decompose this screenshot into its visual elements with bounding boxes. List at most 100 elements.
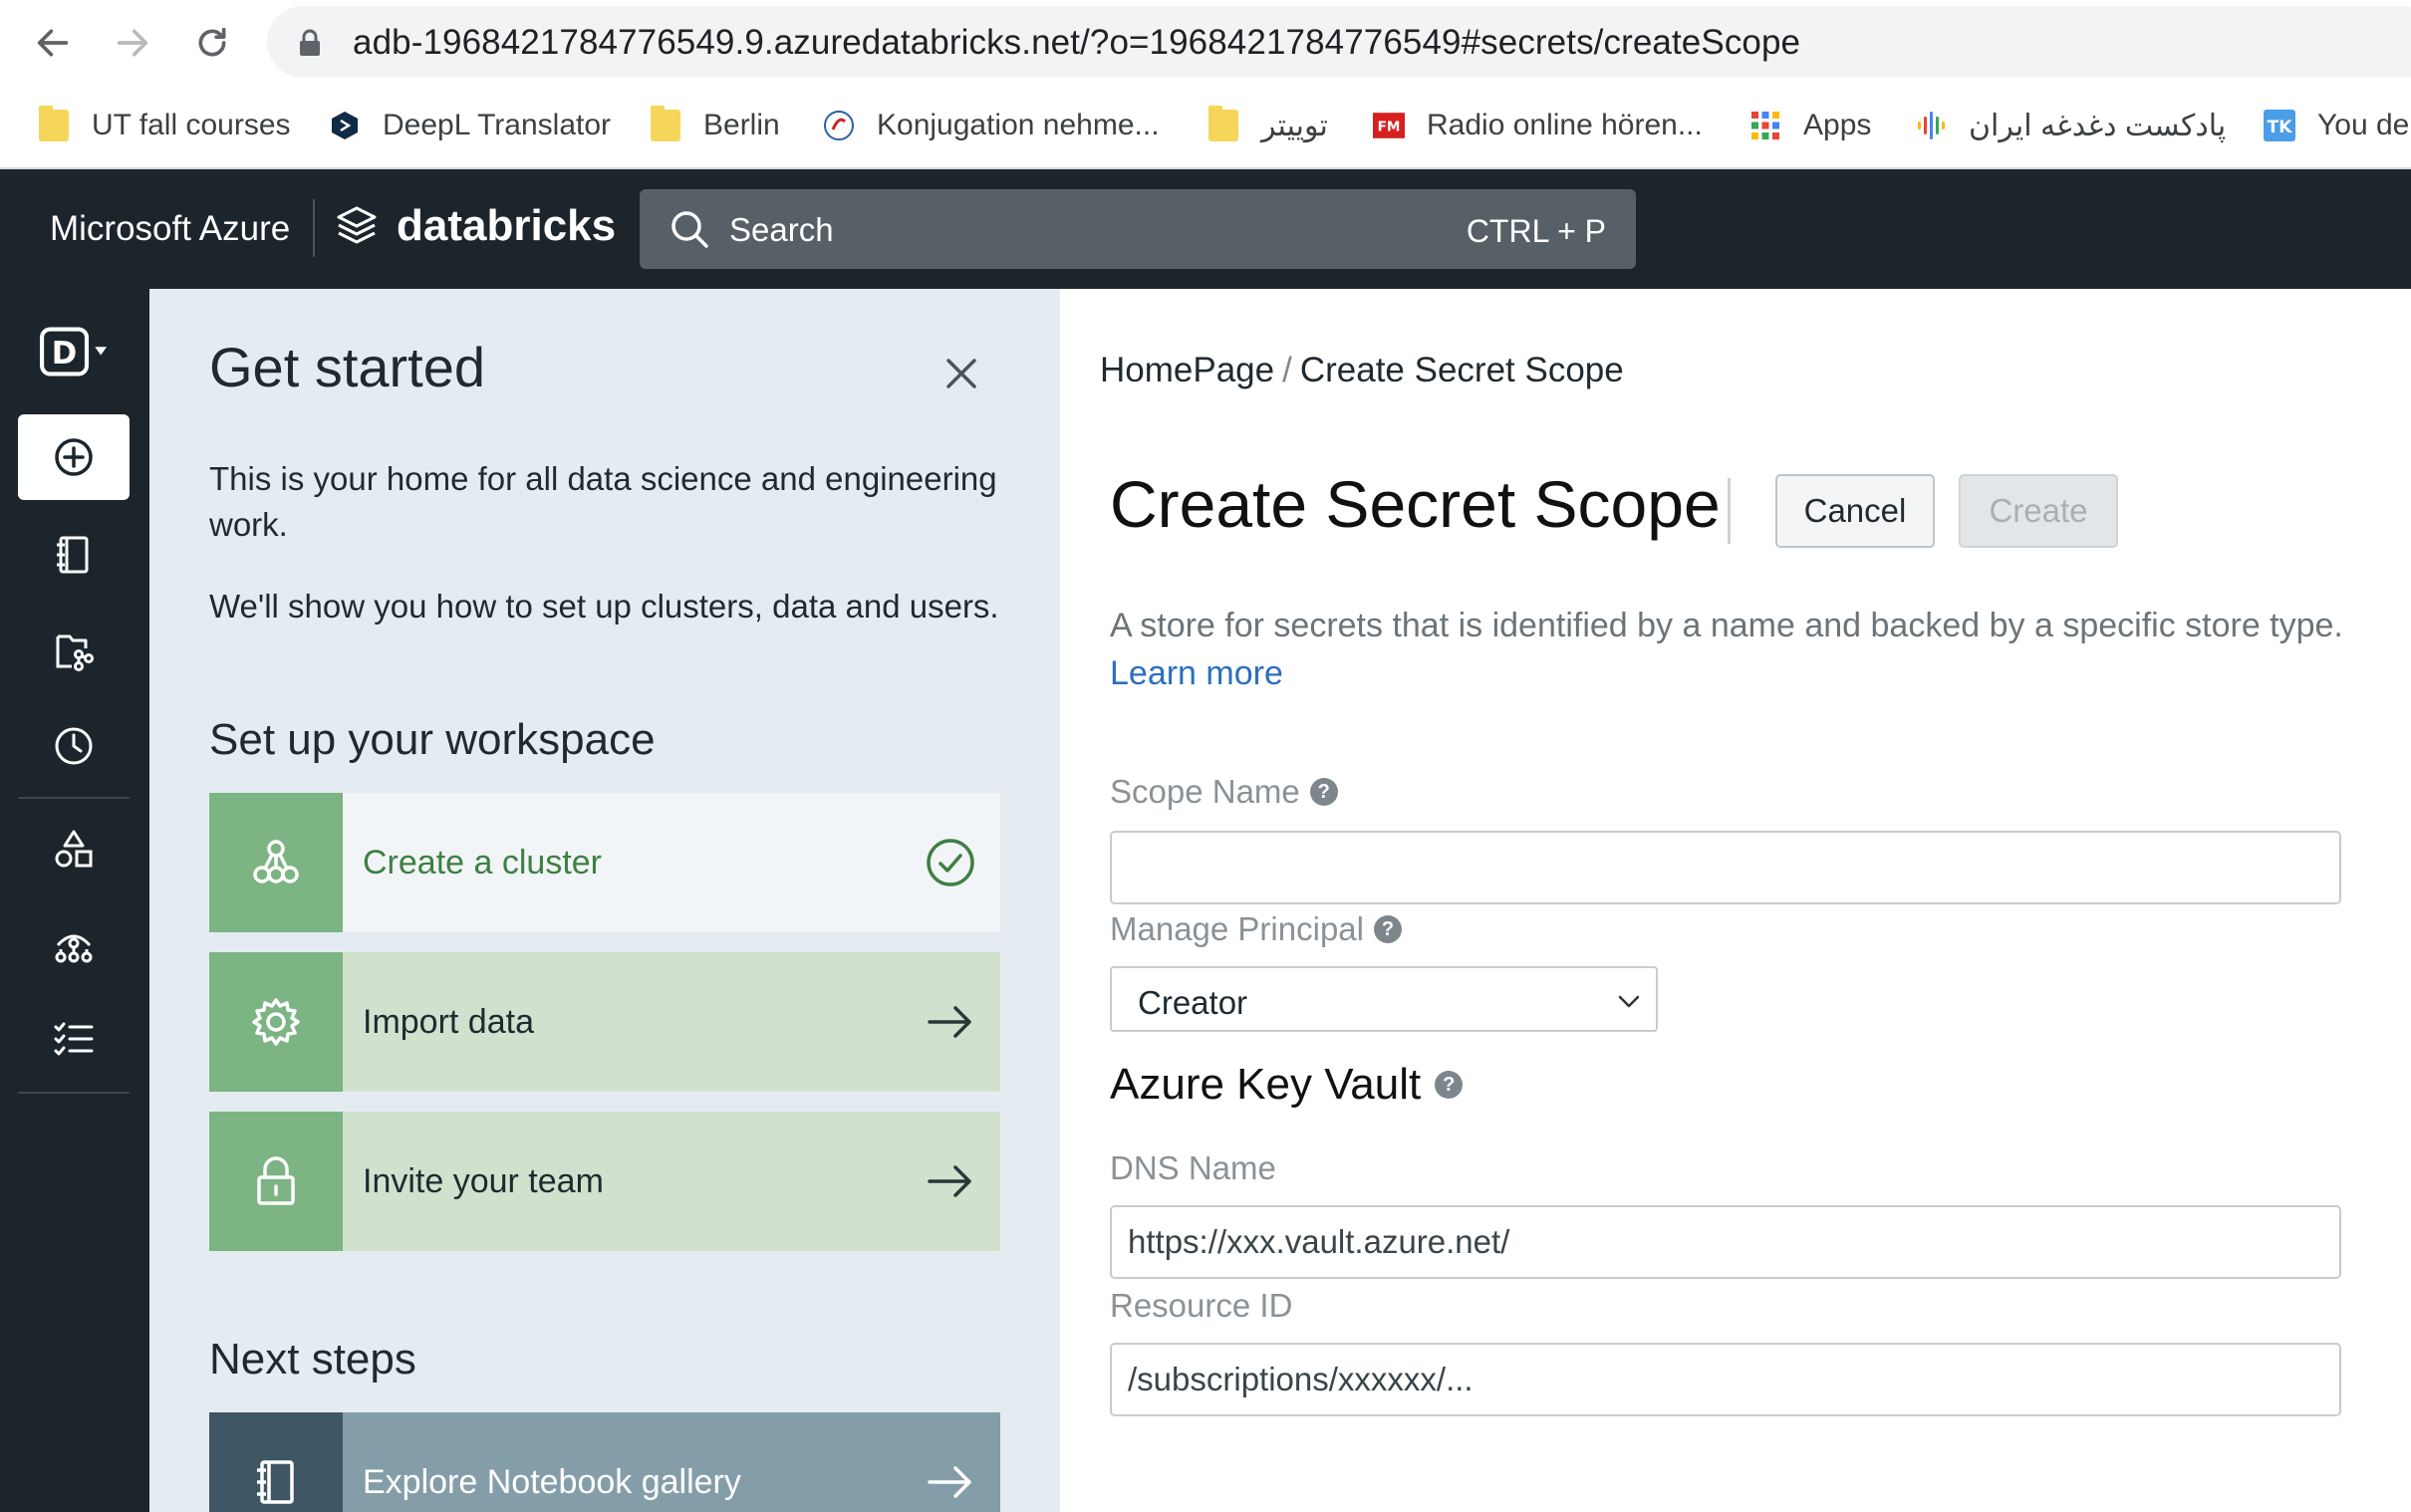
- svg-text:TK: TK: [2268, 118, 2293, 137]
- arrow-right-icon: [901, 1154, 1000, 1208]
- scope-name-label: Scope Name ?: [1110, 773, 1338, 811]
- plus-circle-icon: [55, 438, 93, 476]
- search-label: Search: [729, 211, 834, 248]
- konjugation-icon: [823, 110, 855, 141]
- bookmark-item[interactable]: Konjugation nehme...: [823, 100, 1160, 151]
- scope-name-input[interactable]: [1110, 831, 2341, 904]
- help-icon[interactable]: ?: [1435, 1071, 1464, 1099]
- svg-text:FM: FM: [1378, 120, 1401, 135]
- deepl-icon: [329, 110, 361, 141]
- sidebar-item-workspace[interactable]: [18, 512, 130, 598]
- breadcrumb-current: Create Secret Scope: [1299, 351, 1624, 389]
- dns-name-label: DNS Name: [1110, 1149, 1276, 1186]
- manage-principal-select[interactable]: Creator: [1110, 966, 1658, 1032]
- lock-icon: [209, 1112, 343, 1251]
- bookmark-item[interactable]: FM Radio online hören...: [1373, 100, 1703, 151]
- import-data-card[interactable]: Import data: [209, 952, 1000, 1092]
- chevron-down-icon: [1618, 995, 1640, 1008]
- reload-button[interactable]: [189, 20, 235, 66]
- bookmark-item[interactable]: UT fall courses: [38, 100, 291, 151]
- bookmark-item[interactable]: TK You de: [2264, 100, 2409, 151]
- main-content: HomePage / Create Secret Scope Create Secr…: [1060, 289, 2411, 1512]
- learn-more-link[interactable]: Learn more: [1110, 654, 1283, 692]
- sidebar-item-recents[interactable]: [18, 703, 130, 789]
- workspace-switcher[interactable]: D: [18, 309, 130, 394]
- panel-intro-text: This is your home for all data science a…: [209, 460, 997, 543]
- panel-title: Get started: [209, 336, 486, 398]
- cancel-button[interactable]: Cancel: [1775, 474, 1935, 548]
- arrow-right-icon: [901, 995, 1000, 1049]
- bookmark-item[interactable]: پادکست دغدغه ایران: [1915, 100, 2226, 151]
- tk-icon: TK: [2264, 110, 2295, 141]
- notebook-icon: [209, 1412, 343, 1512]
- create-cluster-card[interactable]: Create a cluster: [209, 793, 1000, 932]
- back-button[interactable]: [30, 20, 76, 66]
- sidebar-divider: [18, 1092, 130, 1094]
- card-label: Create a cluster: [363, 843, 602, 882]
- bookmarks-bar: UT fall courses DeepL Translator Berlin …: [0, 94, 2411, 157]
- breadcrumb: HomePage / Create Secret Scope: [1100, 351, 1624, 390]
- card-label: Invite your team: [363, 1161, 604, 1200]
- sidebar-divider: [18, 797, 130, 799]
- sidebar-item-data[interactable]: [18, 807, 130, 892]
- arrow-right-icon: [901, 1455, 1000, 1509]
- key-vault-title: Azure Key Vault ?: [1110, 1060, 1464, 1110]
- create-button[interactable]: Create: [1959, 474, 2118, 548]
- sidebar-item-jobs[interactable]: [18, 996, 130, 1082]
- gear-icon: [209, 952, 343, 1092]
- sidebar: D: [0, 289, 149, 1512]
- help-icon[interactable]: ?: [1373, 915, 1402, 943]
- bookmark-item[interactable]: DeepL Translator: [329, 100, 611, 151]
- databricks-layers-icon: [337, 206, 377, 244]
- invite-team-card[interactable]: Invite your team: [209, 1112, 1000, 1251]
- sidebar-item-repos[interactable]: [18, 608, 130, 693]
- card-label: Import data: [363, 1002, 534, 1041]
- resource-id-input[interactable]: [1110, 1343, 2341, 1416]
- apps-grid-icon: [1749, 110, 1781, 141]
- breadcrumb-home[interactable]: HomePage: [1100, 351, 1274, 389]
- close-icon[interactable]: [937, 349, 986, 398]
- lock-icon: [300, 29, 320, 56]
- manage-principal-label: Manage Principal ?: [1110, 910, 1402, 948]
- shapes-icon: [55, 830, 93, 868]
- podcast-icon: [1915, 110, 1947, 141]
- folder-icon: [1207, 106, 1239, 141]
- arrow-right-icon: [117, 29, 148, 57]
- address-bar[interactable]: adb-1968421784776549.9.azuredatabricks.n…: [267, 6, 2411, 78]
- check-circle-icon: [901, 836, 1000, 889]
- dns-name-input[interactable]: [1110, 1205, 2341, 1279]
- clock-icon: [55, 727, 93, 765]
- brand-azure[interactable]: Microsoft Azure: [50, 209, 290, 249]
- cluster-icon: [209, 793, 343, 932]
- brand-divider: [313, 199, 315, 257]
- search-shortcut: CTRL + P: [1466, 213, 1606, 249]
- explore-notebook-card[interactable]: Explore Notebook gallery: [209, 1412, 1000, 1512]
- bookmark-item[interactable]: توییتر: [1207, 100, 1328, 151]
- folder-icon: [38, 106, 70, 141]
- panel-setup-text: We'll show you how to set up clusters, d…: [209, 588, 999, 625]
- browser-chrome: adb-1968421784776549.9.azuredatabricks.n…: [0, 0, 2411, 169]
- bookmark-item[interactable]: Apps: [1749, 100, 1871, 151]
- checklist-icon: [54, 1022, 94, 1056]
- svg-text:D: D: [52, 336, 78, 372]
- setup-section-title: Set up your workspace: [209, 715, 656, 764]
- app-topbar: Microsoft Azure databricks Search CTRL +…: [0, 169, 2411, 289]
- cluster-icon: [55, 934, 93, 963]
- breadcrumb-separator: /: [1282, 351, 1292, 389]
- get-started-panel: Get started This is your home for all da…: [149, 289, 1060, 1512]
- next-steps-title: Next steps: [209, 1335, 416, 1384]
- page-description: A store for secrets that is identified b…: [1110, 607, 2343, 692]
- forward-button[interactable]: [110, 20, 155, 66]
- databricks-logo[interactable]: databricks: [335, 201, 616, 251]
- help-icon[interactable]: ?: [1309, 778, 1338, 806]
- title-divider: [1728, 478, 1731, 544]
- search-box[interactable]: Search CTRL + P: [640, 189, 1636, 269]
- select-value: Creator: [1138, 984, 1248, 1021]
- resource-id-label: Resource ID: [1110, 1287, 1293, 1324]
- url-text: adb-1968421784776549.9.azuredatabricks.n…: [353, 23, 1801, 62]
- sidebar-item-compute[interactable]: [18, 902, 130, 988]
- notebook-icon: [57, 536, 89, 574]
- sidebar-item-create[interactable]: [18, 414, 130, 500]
- bookmark-item[interactable]: Berlin: [650, 100, 780, 151]
- reload-icon: [198, 27, 226, 57]
